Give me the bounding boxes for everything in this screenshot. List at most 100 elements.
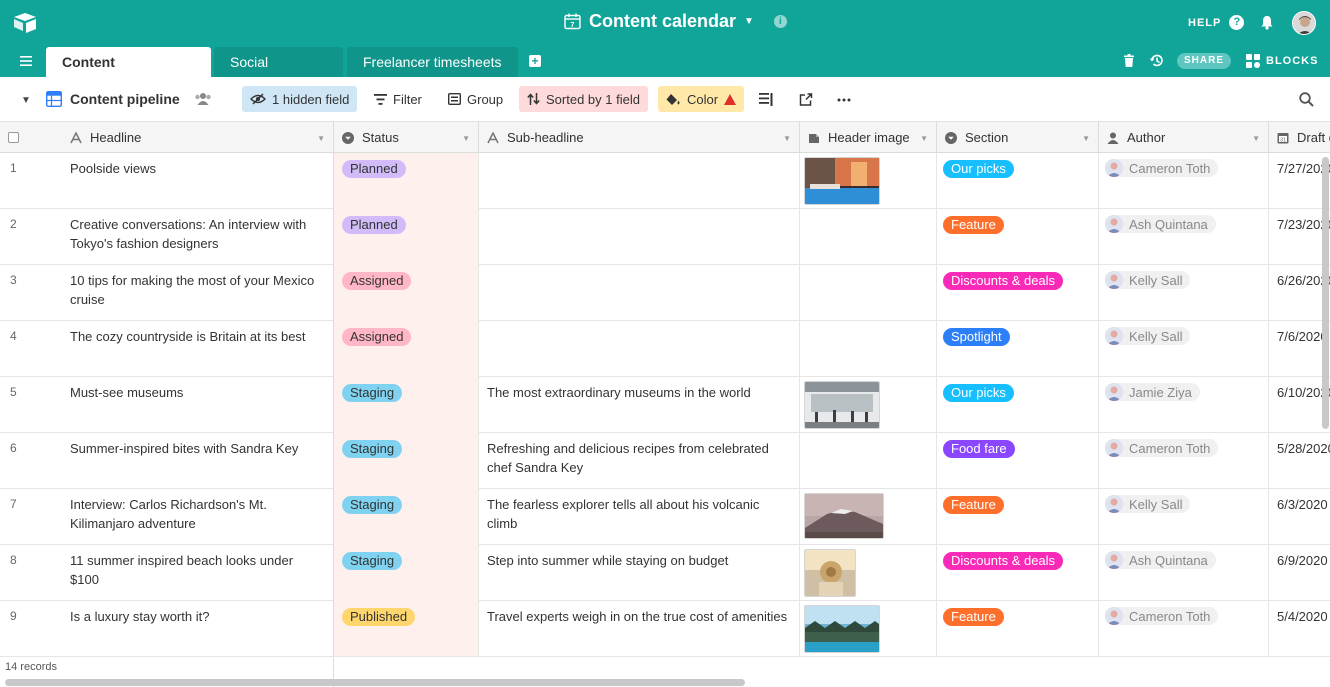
headline-cell[interactable]: Must-see museums (62, 377, 334, 433)
column-menu-icon[interactable]: ▼ (1252, 134, 1260, 143)
hide-fields-button[interactable]: 1 hidden field (242, 86, 358, 112)
column-header-status[interactable]: Status ▼ (334, 122, 479, 153)
sub-headline-cell[interactable]: Travel experts weigh in on the true cost… (479, 601, 800, 656)
column-header-author[interactable]: Author ▼ (1099, 122, 1269, 153)
sub-headline-cell[interactable] (479, 265, 800, 321)
select-all-checkbox[interactable] (8, 132, 19, 143)
author-cell[interactable]: Ash Quintana (1099, 545, 1269, 601)
sub-headline-cell[interactable]: Step into summer while staying on budget (479, 545, 800, 601)
section-cell[interactable]: Spotlight (937, 321, 1099, 377)
draft-due-cell[interactable]: 6/26/2020 (1269, 265, 1330, 321)
author-cell[interactable]: Cameron Toth (1099, 601, 1269, 656)
author-cell[interactable]: Kelly Sall (1099, 321, 1269, 377)
column-menu-icon[interactable]: ▼ (1082, 134, 1090, 143)
author-cell[interactable]: Kelly Sall (1099, 489, 1269, 545)
draft-due-cell[interactable]: 6/10/2020 (1269, 377, 1330, 433)
column-header-sub-headline[interactable]: Sub-headline ▼ (479, 122, 800, 153)
table-row[interactable]: 6 Summer-inspired bites with Sandra Key … (0, 433, 1330, 489)
headline-cell[interactable]: Interview: Carlos Richardson's Mt. Kilim… (62, 489, 334, 545)
draft-due-cell[interactable]: 6/3/2020 (1269, 489, 1330, 545)
sub-headline-cell[interactable] (479, 321, 800, 377)
draft-due-cell[interactable]: 5/4/2020 (1269, 601, 1330, 656)
draft-due-cell[interactable]: 7/27/2020 (1269, 153, 1330, 209)
column-menu-icon[interactable]: ▼ (783, 134, 791, 143)
status-cell[interactable]: Assigned (334, 321, 479, 377)
section-cell[interactable]: Feature (937, 489, 1099, 545)
headline-cell[interactable]: Creative conversations: An interview wit… (62, 209, 334, 265)
search-icon[interactable] (1299, 92, 1314, 107)
header-image-thumbnail[interactable] (804, 493, 884, 539)
help-button[interactable]: HELP ? (1188, 15, 1245, 30)
filter-button[interactable]: Filter (366, 86, 430, 112)
table-row[interactable]: 7 Interview: Carlos Richardson's Mt. Kil… (0, 489, 1330, 545)
table-row[interactable]: 3 10 tips for making the most of your Me… (0, 265, 1330, 321)
author-cell[interactable]: Ash Quintana (1099, 209, 1269, 265)
blocks-button[interactable]: BLOCKS (1246, 54, 1318, 68)
header-image-cell[interactable] (800, 321, 937, 377)
author-cell[interactable]: Jamie Ziya (1099, 377, 1269, 433)
header-image-thumbnail[interactable] (804, 549, 856, 597)
status-cell[interactable]: Staging (334, 545, 479, 601)
column-header-headline[interactable]: Headline ▼ (62, 122, 334, 153)
column-header-header-image[interactable]: Header image ▼ (800, 122, 937, 153)
header-image-cell[interactable] (800, 209, 937, 265)
header-image-thumbnail[interactable] (804, 605, 880, 653)
info-icon[interactable]: i (773, 15, 787, 28)
status-cell[interactable]: Published (334, 601, 479, 656)
table-row[interactable]: 5 Must-see museums Staging The most extr… (0, 377, 1330, 433)
header-image-cell[interactable] (800, 489, 937, 545)
column-menu-icon[interactable]: ▼ (462, 134, 470, 143)
status-cell[interactable]: Planned (334, 153, 479, 209)
header-image-cell[interactable] (800, 153, 937, 209)
header-image-thumbnail[interactable] (804, 381, 880, 429)
headline-cell[interactable]: Poolside views (62, 153, 334, 209)
table-row[interactable]: 9 Is a luxury stay worth it? Published T… (0, 601, 1330, 656)
section-cell[interactable]: Discounts & deals (937, 265, 1099, 321)
table-row[interactable]: 4 The cozy countryside is Britain at its… (0, 321, 1330, 377)
column-header-section[interactable]: Section ▼ (937, 122, 1099, 153)
share-view-icon[interactable] (799, 93, 813, 106)
sub-headline-cell[interactable]: The most extraordinary museums in the wo… (479, 377, 800, 433)
draft-due-cell[interactable]: 6/9/2020 (1269, 545, 1330, 601)
add-table-icon[interactable]: + (529, 55, 541, 67)
tab-social-schedule[interactable]: Social schedule (214, 47, 343, 100)
status-cell[interactable]: Staging (334, 377, 479, 433)
draft-due-cell[interactable]: 5/28/2020 (1269, 433, 1330, 489)
headline-cell[interactable]: 10 tips for making the most of your Mexi… (62, 265, 334, 321)
sub-headline-cell[interactable]: Refreshing and delicious recipes from ce… (479, 433, 800, 489)
sub-headline-cell[interactable] (479, 209, 800, 265)
notifications-bell-icon[interactable] (1260, 15, 1274, 30)
headline-cell[interactable]: The cozy countryside is Britain at its b… (62, 321, 334, 377)
headline-cell[interactable]: Summer-inspired bites with Sandra Key (62, 433, 334, 489)
table-row[interactable]: 8 11 summer inspired beach looks under $… (0, 545, 1330, 601)
headline-cell[interactable]: 11 summer inspired beach looks under $10… (62, 545, 334, 601)
row-height-icon[interactable] (759, 93, 773, 106)
header-image-cell[interactable] (800, 545, 937, 601)
view-switcher-caret-icon[interactable]: ▼ (21, 95, 31, 106)
header-image-thumbnail[interactable] (804, 157, 880, 205)
status-cell[interactable]: Assigned (334, 265, 479, 321)
collaborative-view-icon[interactable] (194, 92, 212, 106)
sub-headline-cell[interactable]: The fearless explorer tells all about hi… (479, 489, 800, 545)
trash-icon[interactable] (1124, 54, 1134, 67)
horizontal-scrollbar[interactable] (5, 679, 745, 686)
table-row[interactable]: 2 Creative conversations: An interview w… (0, 209, 1330, 265)
view-name[interactable]: Content pipeline (70, 91, 180, 107)
section-cell[interactable]: Discounts & deals (937, 545, 1099, 601)
column-menu-icon[interactable]: ▼ (317, 134, 325, 143)
header-image-cell[interactable] (800, 265, 937, 321)
share-button[interactable]: SHARE (1177, 53, 1232, 69)
sort-button[interactable]: Sorted by 1 field (519, 86, 648, 112)
color-button[interactable]: Color (658, 86, 745, 112)
column-header-draft-due[interactable]: 31 Draft d (1269, 122, 1330, 153)
group-button[interactable]: Group (440, 86, 511, 112)
column-menu-icon[interactable]: ▼ (920, 134, 928, 143)
header-image-cell[interactable] (800, 433, 937, 489)
status-cell[interactable]: Staging (334, 489, 479, 545)
menu-icon[interactable] (20, 56, 32, 66)
tab-content-production[interactable]: Content production▼ (46, 47, 211, 100)
section-cell[interactable]: Feature (937, 209, 1099, 265)
sub-headline-cell[interactable] (479, 153, 800, 209)
draft-due-cell[interactable]: 7/23/2020 (1269, 209, 1330, 265)
author-cell[interactable]: Cameron Toth (1099, 153, 1269, 209)
